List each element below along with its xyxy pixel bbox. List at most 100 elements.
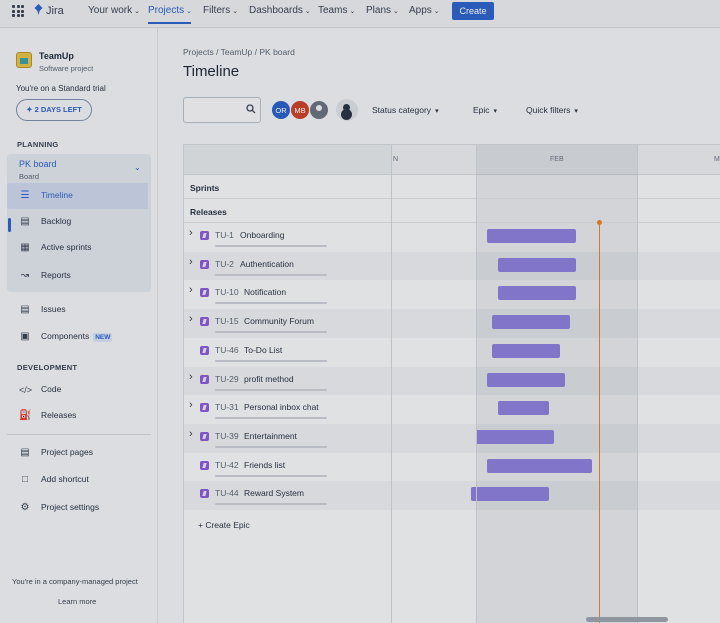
epic-key[interactable]: TU-46 xyxy=(215,345,239,355)
status-category-filter[interactable]: Status category ▾ xyxy=(372,105,439,115)
expand-chevron-icon[interactable]: › xyxy=(189,371,193,383)
expand-chevron-icon[interactable]: › xyxy=(189,399,193,411)
epic-progress-bar xyxy=(215,503,327,506)
month-divider xyxy=(637,145,638,623)
epic-timeline-bar[interactable] xyxy=(492,315,571,330)
trial-days-left-button[interactable]: ✦ 2 DAYS LEFT xyxy=(16,99,92,121)
epic-key[interactable]: TU-29 xyxy=(215,374,239,384)
epic-row[interactable]: TU-46 To-Do List xyxy=(184,338,720,367)
breadcrumb[interactable]: Projects / TeamUp / PK board xyxy=(183,47,295,57)
sidebar-item-backlog[interactable]: ▤ Backlog xyxy=(7,209,148,235)
epic-name[interactable]: Personal inbox chat xyxy=(244,402,319,412)
epic-row[interactable]: › TU-10 Notification xyxy=(184,280,720,309)
sidebar-item-project-pages[interactable]: ▤ Project pages xyxy=(7,440,148,466)
epic-row[interactable]: › TU-29 profit method xyxy=(184,366,720,396)
epic-key[interactable]: TU-31 xyxy=(215,402,239,412)
epic-progress-bar xyxy=(215,331,327,334)
epic-timeline-bar[interactable] xyxy=(470,487,549,502)
epic-timeline-bar[interactable] xyxy=(497,286,576,301)
chevron-down-icon[interactable]: ⌄ xyxy=(134,163,141,172)
epic-timeline-bar[interactable] xyxy=(492,343,560,358)
chevron-down-icon: ⌄ xyxy=(304,8,311,15)
sidebar-item-timeline[interactable]: ☰ Timeline xyxy=(7,183,148,209)
user-avatar-icon[interactable] xyxy=(309,100,329,120)
trial-notice: You're on a Standard trial xyxy=(16,84,106,93)
epic-timeline-bar[interactable] xyxy=(486,229,576,243)
filter-label: Quick filters xyxy=(526,105,571,115)
expand-chevron-icon[interactable]: › xyxy=(189,227,193,239)
epic-name[interactable]: profit method xyxy=(244,374,294,384)
project-name[interactable]: TeamUp xyxy=(39,51,74,61)
epic-key[interactable]: TU-42 xyxy=(215,460,239,470)
create-button[interactable]: Create xyxy=(452,2,494,20)
nav-your-work[interactable]: Your work ⌄ xyxy=(88,0,140,24)
sidebar-item-reports[interactable]: ↝ Reports xyxy=(7,263,148,289)
expand-chevron-icon[interactable]: › xyxy=(189,256,193,268)
nav-plans[interactable]: Plans ⌄ xyxy=(366,0,399,24)
epic-timeline-bar[interactable] xyxy=(497,257,576,272)
epic-row[interactable]: › TU-1 Onboarding xyxy=(184,223,720,252)
month-label: N xyxy=(393,156,399,163)
nav-filters[interactable]: Filters ⌄ xyxy=(203,0,238,24)
releases-label: Releases xyxy=(190,207,227,217)
learn-more-link[interactable]: Learn more xyxy=(58,597,96,606)
epic-row[interactable]: › TU-31 Personal inbox chat xyxy=(184,395,720,424)
expand-chevron-icon[interactable]: › xyxy=(189,428,193,440)
epic-key[interactable]: TU-2 xyxy=(215,259,234,269)
epic-name[interactable]: Authentication xyxy=(240,259,294,269)
sidebar-item-label: Code xyxy=(41,384,62,394)
epic-name[interactable]: Friends list xyxy=(244,460,285,470)
epic-key[interactable]: TU-1 xyxy=(215,230,234,240)
epic-progress-bar xyxy=(215,273,327,276)
epic-timeline-bar[interactable] xyxy=(476,429,555,444)
sidebar-item-active-sprints[interactable]: ▦ Active sprints xyxy=(7,235,148,261)
quick-filters[interactable]: Quick filters ▾ xyxy=(526,105,578,115)
epic-row[interactable]: › TU-15 Community Forum xyxy=(184,309,720,338)
expand-chevron-icon[interactable]: › xyxy=(189,313,193,325)
sidebar-item-project-settings[interactable]: ⚙ Project settings xyxy=(7,495,148,521)
avatar[interactable]: MB xyxy=(290,100,310,120)
epic-name[interactable]: Reward System xyxy=(244,488,304,498)
issues-icon: ▤ xyxy=(20,304,30,315)
components-icon: ▣ xyxy=(20,331,30,342)
sidebar-item-releases[interactable]: ⛽ Releases xyxy=(7,403,148,429)
epic-key[interactable]: TU-44 xyxy=(215,488,239,498)
today-marker-head xyxy=(597,220,602,225)
top-navigation: Jira Your work ⌄ Projects ⌄ Filters ⌄ Dashb… xyxy=(0,0,720,28)
epic-filter[interactable]: Epic ▾ xyxy=(473,105,497,115)
avatar[interactable]: OR xyxy=(271,100,291,120)
epic-name[interactable]: Notification xyxy=(244,287,286,297)
nav-teams[interactable]: Teams ⌄ xyxy=(318,0,355,24)
add-people-icon[interactable] xyxy=(336,99,358,121)
nav-apps[interactable]: Apps ⌄ xyxy=(409,0,440,24)
nav-projects[interactable]: Projects ⌄ xyxy=(148,0,192,24)
sidebar-item-issues[interactable]: ▤ Issues xyxy=(7,297,148,323)
epic-row[interactable]: › TU-39 Entertainment xyxy=(184,423,720,453)
epic-key[interactable]: TU-15 xyxy=(215,316,239,326)
epic-name[interactable]: Community Forum xyxy=(244,316,314,326)
epic-timeline-bar[interactable] xyxy=(486,458,593,473)
nav-dashboards[interactable]: Dashboards ⌄ xyxy=(249,0,311,24)
app-switcher-icon[interactable] xyxy=(12,5,24,17)
chevron-down-icon: ⌄ xyxy=(232,8,239,15)
sidebar-item-add-shortcut[interactable]: □ Add shortcut xyxy=(7,467,148,493)
epic-row[interactable]: › TU-2 Authentication xyxy=(184,251,720,281)
epic-name[interactable]: To-Do List xyxy=(244,345,282,355)
epic-name[interactable]: Onboarding xyxy=(240,230,284,240)
epic-row[interactable]: TU-42 Friends list xyxy=(184,453,720,482)
create-epic-button[interactable]: + Create Epic xyxy=(198,520,250,530)
board-switcher[interactable]: PK board xyxy=(19,159,57,169)
jira-logo[interactable]: Jira xyxy=(34,4,64,17)
sidebar-item-code[interactable]: </> Code xyxy=(7,377,148,403)
sidebar-item-components[interactable]: ▣ Components NEW xyxy=(7,324,148,350)
expand-chevron-icon[interactable]: › xyxy=(189,284,193,296)
epic-name[interactable]: Entertainment xyxy=(244,431,297,441)
sprints-label: Sprints xyxy=(190,183,220,193)
horizontal-scrollbar[interactable] xyxy=(586,617,668,622)
epic-key[interactable]: TU-10 xyxy=(215,287,239,297)
epic-row[interactable]: TU-44 Reward System xyxy=(184,481,720,510)
epic-timeline-bar[interactable] xyxy=(486,372,566,387)
development-heading: DEVELOPMENT xyxy=(17,363,78,372)
epic-timeline-bar[interactable] xyxy=(497,401,549,416)
epic-key[interactable]: TU-39 xyxy=(215,431,239,441)
